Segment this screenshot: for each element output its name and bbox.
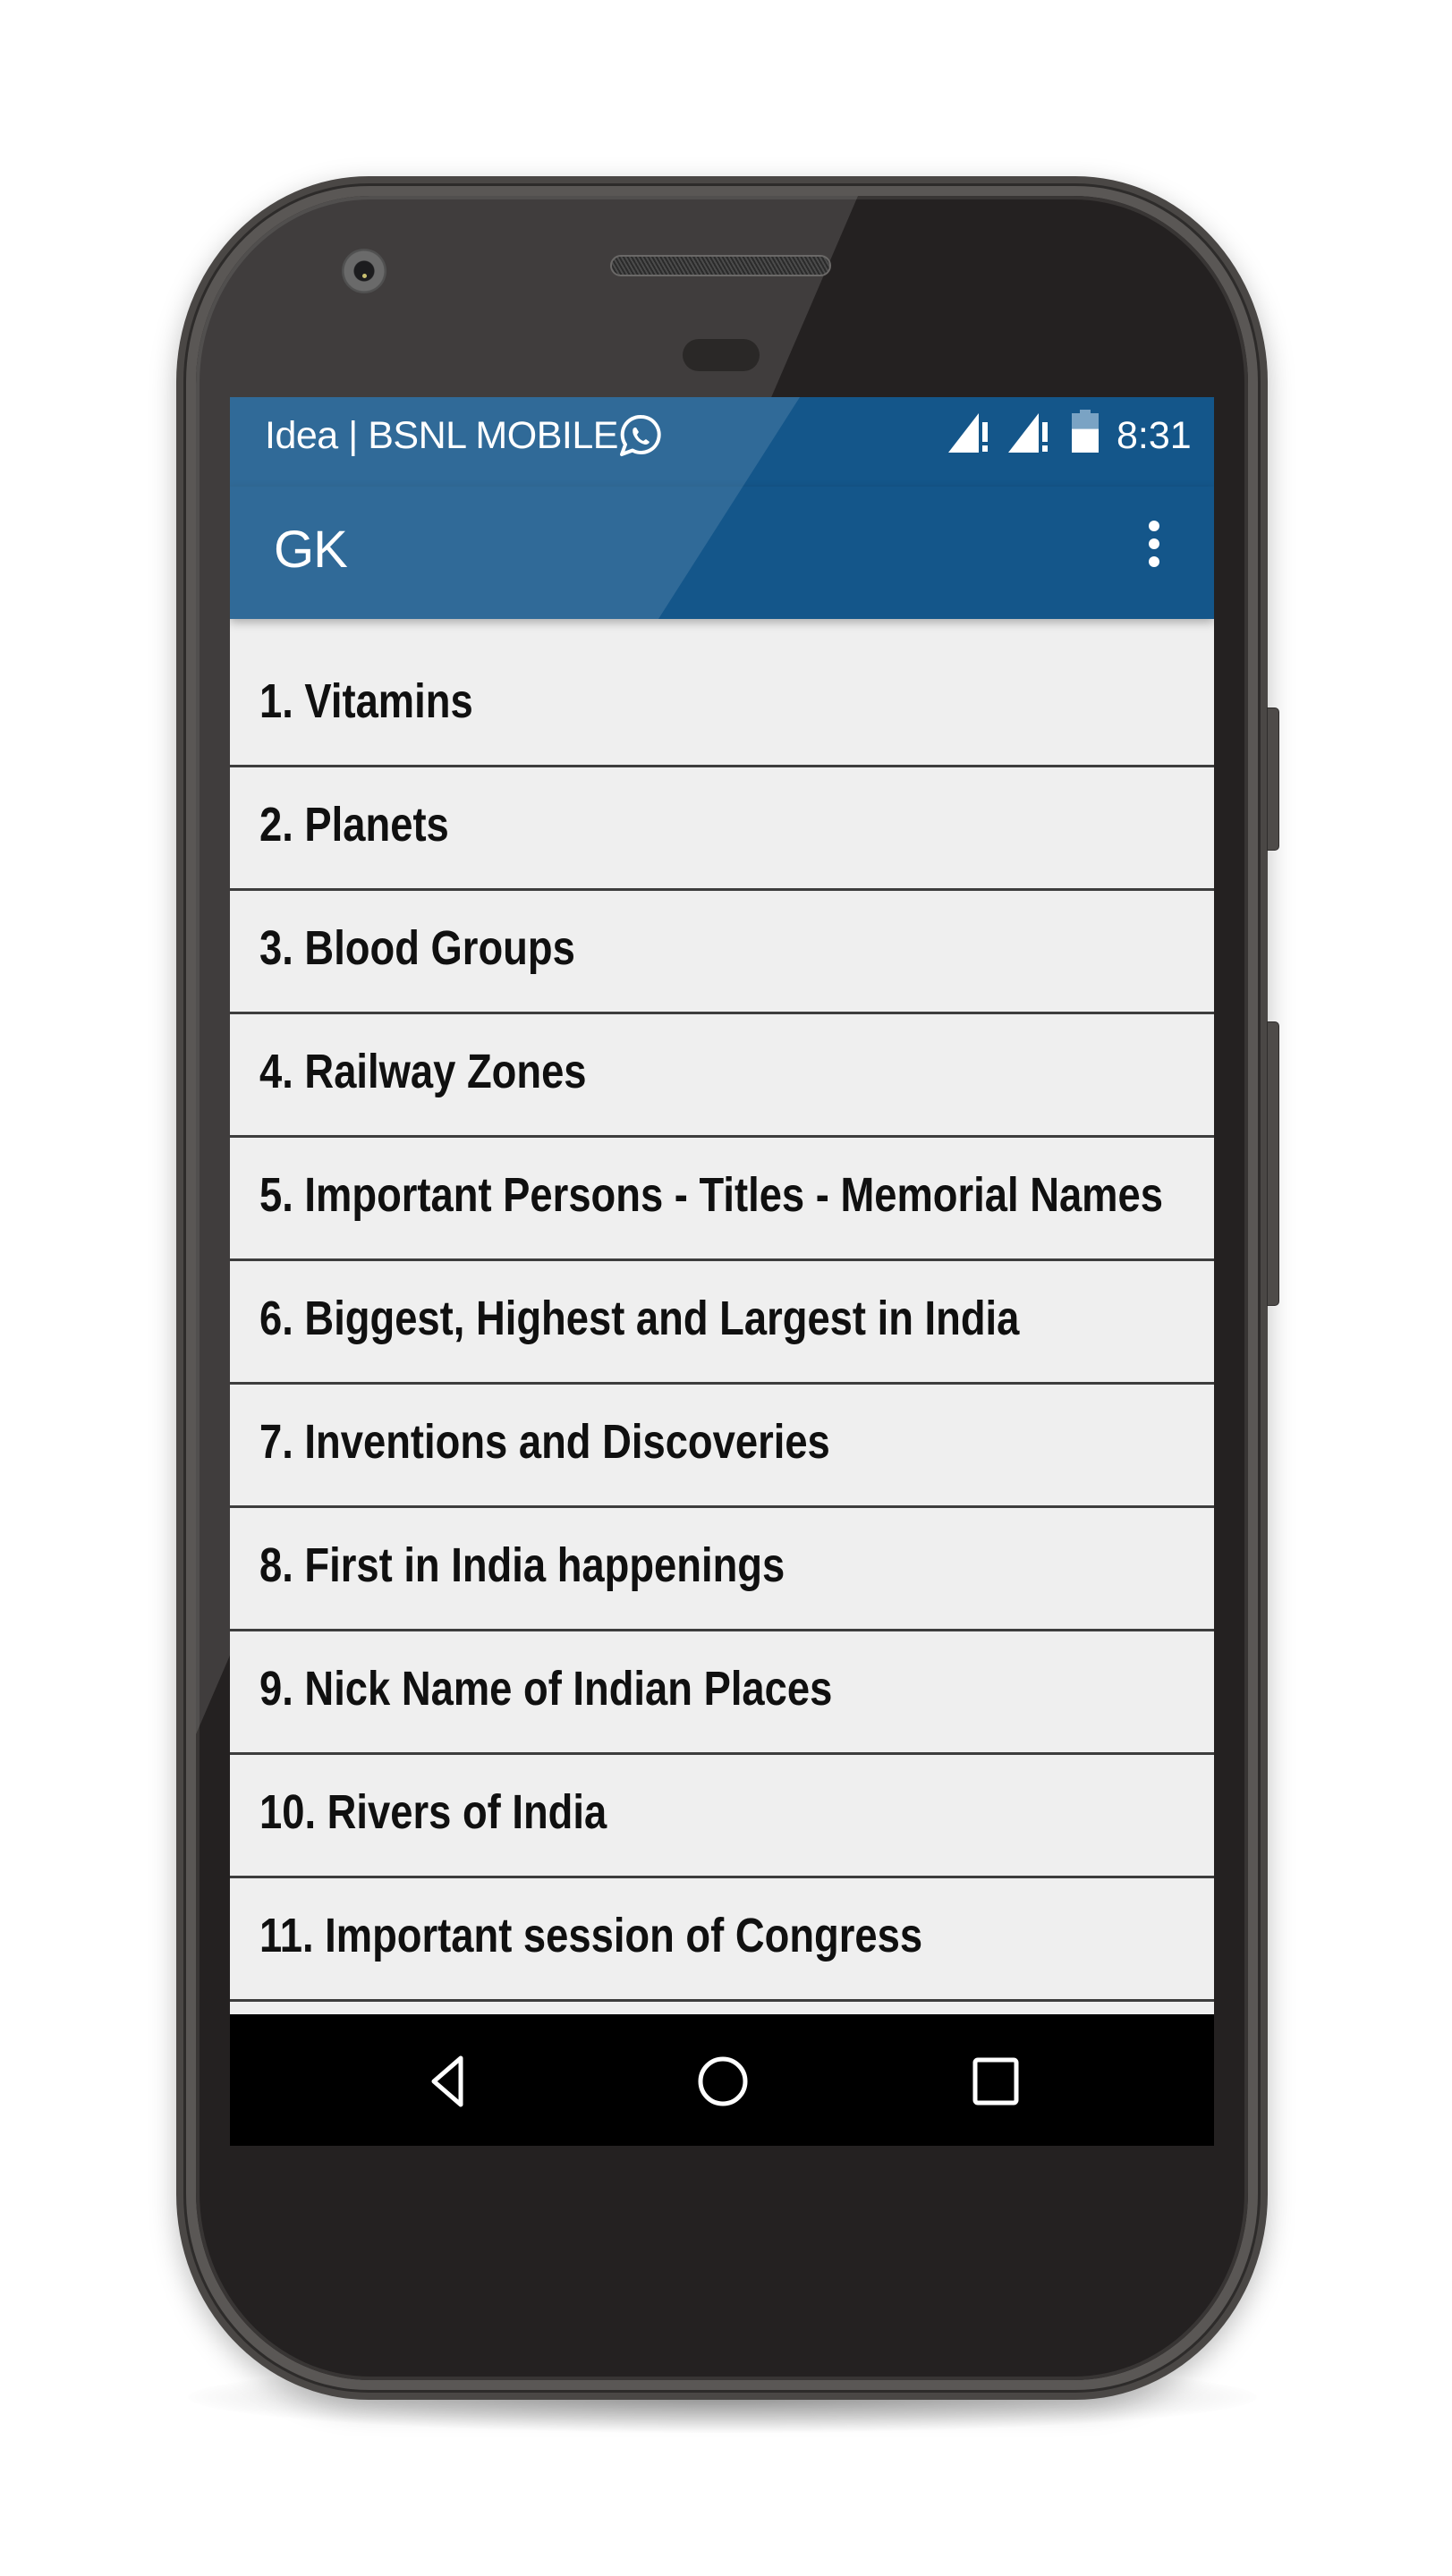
overflow-menu-icon — [1149, 556, 1159, 567]
list-item-label: 5. Important Persons - Titles - Memorial… — [259, 1168, 1163, 1222]
list-item[interactable]: 4. Railway Zones — [230, 1014, 1214, 1138]
list-item[interactable]: 3. Blood Groups — [230, 891, 1214, 1014]
app-title: GK — [274, 521, 348, 579]
topic-list: 1. Vitamins 2. Planets 3. Blood Groups 4… — [230, 644, 1214, 2002]
list-item-label: 8. First in India happenings — [259, 1538, 785, 1592]
list-item[interactable]: 5. Important Persons - Titles - Memorial… — [230, 1138, 1214, 1261]
power-button[interactable] — [1267, 708, 1279, 851]
list-item[interactable]: 11. Important session of Congress — [230, 1878, 1214, 2002]
list-item-label: 6. Biggest, Highest and Largest in India — [259, 1292, 1020, 1345]
volume-button[interactable] — [1267, 1021, 1279, 1306]
overflow-menu-icon — [1149, 538, 1159, 549]
status-bar: Idea | BSNL MOBILE 8:31 — [230, 397, 1214, 487]
list-item[interactable]: 2. Planets — [230, 767, 1214, 891]
list-item-label: 10. Rivers of India — [259, 1785, 607, 1839]
whatsapp-icon — [620, 414, 661, 456]
signal-no-data-icon — [948, 411, 988, 453]
list-item[interactable]: 1. Vitamins — [230, 644, 1214, 767]
list-item-label: 7. Inventions and Discoveries — [259, 1415, 830, 1469]
list-item[interactable]: 6. Biggest, Highest and Largest in India — [230, 1261, 1214, 1385]
phone-screen: Idea | BSNL MOBILE 8:31 GK 1. Vitamins 2… — [230, 397, 1214, 2146]
signal-no-data-icon — [1008, 411, 1048, 453]
back-icon[interactable] — [421, 2053, 479, 2110]
navigation-bar — [230, 2014, 1214, 2146]
list-item-label: 1. Vitamins — [259, 674, 473, 728]
carrier-label: Idea | BSNL MOBILE — [265, 414, 618, 457]
earpiece-speaker — [610, 255, 831, 276]
list-item-label: 4. Railway Zones — [259, 1045, 587, 1098]
list-item-label: 9. Nick Name of Indian Places — [259, 1662, 833, 1716]
app-bar: GK — [230, 487, 1214, 619]
list-item-label: 2. Planets — [259, 798, 449, 852]
overflow-menu-button[interactable] — [1134, 513, 1175, 585]
recents-icon[interactable] — [967, 2053, 1024, 2110]
clock: 8:31 — [1117, 414, 1192, 457]
battery-icon — [1072, 410, 1099, 453]
home-icon[interactable] — [694, 2053, 751, 2110]
proximity-sensor — [683, 339, 760, 371]
list-item[interactable]: 8. First in India happenings — [230, 1508, 1214, 1631]
front-camera-icon — [342, 249, 386, 293]
list-item-label: 3. Blood Groups — [259, 921, 575, 975]
list-item[interactable]: 10. Rivers of India — [230, 1755, 1214, 1878]
list-item[interactable]: 9. Nick Name of Indian Places — [230, 1631, 1214, 1755]
list-item-label: 11. Important session of Congress — [259, 1909, 923, 1962]
overflow-menu-icon — [1149, 521, 1159, 531]
list-item[interactable]: 7. Inventions and Discoveries — [230, 1385, 1214, 1508]
